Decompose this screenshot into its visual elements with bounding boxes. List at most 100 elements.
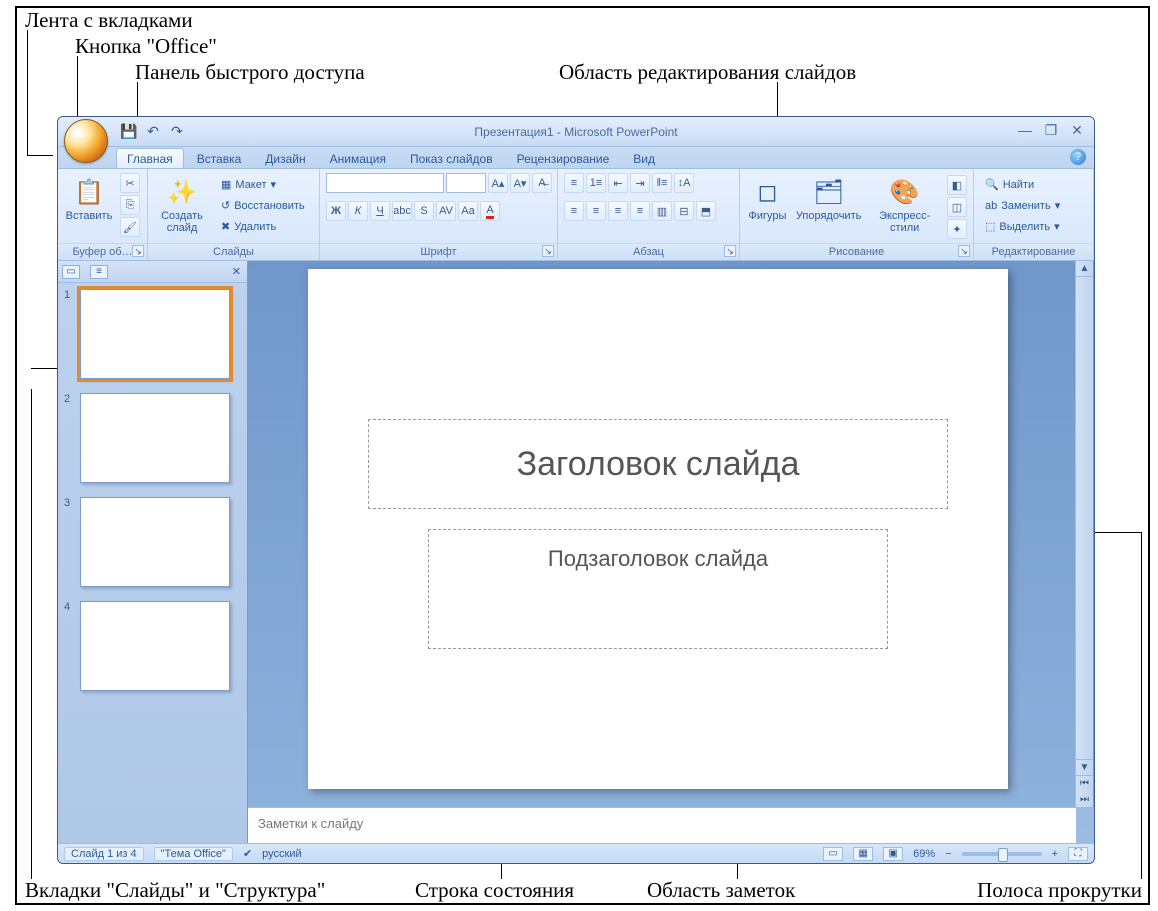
group-clipboard: 📋 Вставить ✂ ⎘ 🖌 Буфер об… ↘ xyxy=(58,169,148,260)
normal-view-icon[interactable]: ▭ xyxy=(823,847,843,861)
align-left-button[interactable]: ≡ xyxy=(564,201,584,221)
thumbnail-item[interactable]: 3 xyxy=(64,497,241,587)
thumbnail[interactable] xyxy=(80,393,230,483)
bullets-button[interactable]: ≡ xyxy=(564,173,584,193)
bold-button[interactable]: Ж xyxy=(326,201,346,221)
drawing-dialog-launcher[interactable]: ↘ xyxy=(958,245,970,257)
align-right-button[interactable]: ≡ xyxy=(608,201,628,221)
subtitle-placeholder[interactable]: Подзаголовок слайда xyxy=(428,529,888,649)
paste-button[interactable]: 📋 Вставить xyxy=(64,173,114,225)
paragraph-dialog-launcher[interactable]: ↘ xyxy=(724,245,736,257)
tab-design[interactable]: Дизайн xyxy=(254,148,316,168)
text-direction-button[interactable]: ↕A xyxy=(674,173,694,193)
select-icon: ⬚ xyxy=(985,220,995,233)
slideshow-view-icon[interactable]: ▣ xyxy=(883,847,903,861)
title-placeholder[interactable]: Заголовок слайда xyxy=(368,419,948,509)
save-icon[interactable]: 💾 xyxy=(120,123,138,141)
zoom-out-icon[interactable]: − xyxy=(945,848,951,860)
slides-pane: ▭ ≡ ✕ 1 2 3 4 xyxy=(58,261,248,843)
align-center-button[interactable]: ≡ xyxy=(586,201,606,221)
font-dialog-launcher[interactable]: ↘ xyxy=(542,245,554,257)
sorter-view-icon[interactable]: ▦ xyxy=(853,847,873,861)
tab-insert[interactable]: Вставка xyxy=(186,148,253,168)
italic-button[interactable]: К xyxy=(348,201,368,221)
shapes-icon: ◻ xyxy=(751,176,783,208)
office-button[interactable] xyxy=(64,119,108,163)
slide-canvas[interactable]: Заголовок слайда Подзаголовок слайда xyxy=(308,269,1008,789)
format-painter-icon[interactable]: 🖌 xyxy=(120,217,140,237)
pane-close-icon[interactable]: ✕ xyxy=(232,265,241,278)
thumbnail[interactable] xyxy=(80,497,230,587)
justify-button[interactable]: ≡ xyxy=(630,201,650,221)
thumbnail-list[interactable]: 1 2 3 4 xyxy=(58,283,247,843)
numbering-button[interactable]: 1≡ xyxy=(586,173,606,193)
notes-pane[interactable]: Заметки к слайду xyxy=(248,807,1076,843)
shrink-font-icon[interactable]: A▾ xyxy=(510,173,530,193)
tab-home[interactable]: Главная xyxy=(116,148,184,168)
delete-slide-button[interactable]: ✖Удалить xyxy=(216,217,310,236)
quick-styles-button[interactable]: 🎨 Экспресс-стили xyxy=(868,173,941,237)
tab-slideshow[interactable]: Показ слайдов xyxy=(399,148,504,168)
thumbnail[interactable] xyxy=(80,289,230,379)
align-text-button[interactable]: ⊟ xyxy=(674,201,694,221)
layout-button[interactable]: ▦Макет ▾ xyxy=(216,175,310,194)
thumbnail-item[interactable]: 1 xyxy=(64,289,241,379)
zoom-in-icon[interactable]: + xyxy=(1052,848,1058,860)
strike-button[interactable]: abc xyxy=(392,201,412,221)
prev-slide-icon[interactable]: ⏮ xyxy=(1076,776,1093,792)
close-button[interactable]: ✕ xyxy=(1068,123,1086,139)
zoom-fit-icon[interactable]: ⛶ xyxy=(1068,847,1088,861)
font-size-select[interactable] xyxy=(446,173,486,193)
restore-button[interactable]: ❐ xyxy=(1042,123,1060,139)
zoom-slider[interactable] xyxy=(962,852,1042,856)
ribbon: 📋 Вставить ✂ ⎘ 🖌 Буфер об… ↘ ✨ Со xyxy=(58,169,1094,261)
find-button[interactable]: 🔍Найти xyxy=(980,175,1065,194)
undo-icon[interactable]: ↶ xyxy=(144,123,162,141)
language-indicator[interactable]: русский xyxy=(262,848,301,860)
copy-icon[interactable]: ⎘ xyxy=(120,195,140,215)
scroll-up-icon[interactable]: ▲ xyxy=(1076,261,1093,277)
underline-button[interactable]: Ч xyxy=(370,201,390,221)
next-slide-icon[interactable]: ⏭ xyxy=(1076,792,1093,808)
arrange-button[interactable]: 🗂 Упорядочить xyxy=(795,173,862,225)
tab-slides-icon[interactable]: ▭ xyxy=(62,265,80,279)
replace-button[interactable]: abЗаменить ▾ xyxy=(980,196,1065,215)
clipboard-dialog-launcher[interactable]: ↘ xyxy=(132,245,144,257)
char-spacing-button[interactable]: AV xyxy=(436,201,456,221)
smartart-button[interactable]: ⬒ xyxy=(696,201,716,221)
select-button[interactable]: ⬚Выделить ▾ xyxy=(980,217,1065,236)
cut-icon[interactable]: ✂ xyxy=(120,173,140,193)
thumbnail[interactable] xyxy=(80,601,230,691)
tab-outline-icon[interactable]: ≡ xyxy=(90,265,108,279)
spellcheck-icon[interactable]: ✔ xyxy=(243,847,252,860)
grow-font-icon[interactable]: A▴ xyxy=(488,173,508,193)
line-spacing-button[interactable]: ‖≡ xyxy=(652,173,672,193)
shape-fill-icon[interactable]: ◧ xyxy=(947,175,967,195)
tab-review[interactable]: Рецензирование xyxy=(506,148,621,168)
font-family-select[interactable] xyxy=(326,173,444,193)
help-icon[interactable]: ? xyxy=(1070,149,1086,165)
scroll-down-icon[interactable]: ▼ xyxy=(1076,759,1093,775)
minimize-button[interactable]: — xyxy=(1016,123,1034,139)
slide-canvas-area[interactable]: Заголовок слайда Подзаголовок слайда ▲ ▼… xyxy=(248,261,1094,807)
indent-button[interactable]: ⇥ xyxy=(630,173,650,193)
shape-effects-icon[interactable]: ✦ xyxy=(947,219,967,239)
vertical-scrollbar[interactable]: ▲ ▼ ⏮ ⏭ xyxy=(1075,261,1093,807)
new-slide-button[interactable]: ✨ Создать слайд xyxy=(154,173,210,237)
redo-icon[interactable]: ↷ xyxy=(168,123,186,141)
clear-format-icon[interactable]: A̶ xyxy=(532,173,552,193)
thumbnail-item[interactable]: 2 xyxy=(64,393,241,483)
powerpoint-window: 💾 ↶ ↷ Презентация1 - Microsoft PowerPoin… xyxy=(57,116,1095,864)
callout-office-button: Кнопка "Office" xyxy=(73,34,219,59)
columns-button[interactable]: ▥ xyxy=(652,201,672,221)
shadow-button[interactable]: S xyxy=(414,201,434,221)
font-color-button[interactable]: A xyxy=(480,201,500,221)
change-case-button[interactable]: Aa xyxy=(458,201,478,221)
thumbnail-item[interactable]: 4 xyxy=(64,601,241,691)
reset-button[interactable]: ↺Восстановить xyxy=(216,196,310,215)
shapes-button[interactable]: ◻ Фигуры xyxy=(746,173,789,225)
dedent-button[interactable]: ⇤ xyxy=(608,173,628,193)
tab-animation[interactable]: Анимация xyxy=(319,148,397,168)
shape-outline-icon[interactable]: ◫ xyxy=(947,197,967,217)
tab-view[interactable]: Вид xyxy=(622,148,666,168)
